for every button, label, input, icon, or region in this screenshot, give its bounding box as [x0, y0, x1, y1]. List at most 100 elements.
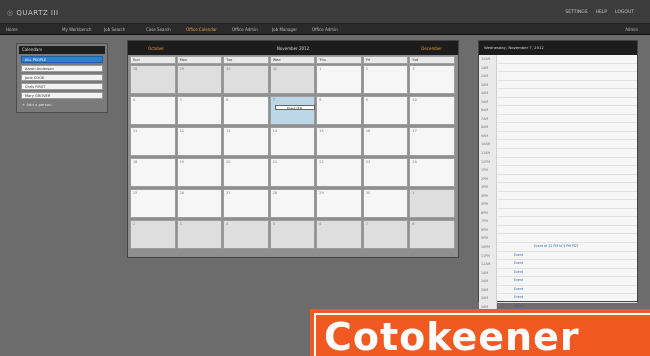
time-row[interactable]: 1AM — [479, 63, 637, 73]
day-event[interactable]: Event — [514, 304, 523, 308]
time-row[interactable]: 2AM Event — [479, 277, 637, 286]
nav-tab-job-search[interactable]: Job Search — [104, 27, 125, 32]
day-event[interactable]: Event — [514, 278, 523, 282]
calendar-day-cell[interactable]: 24 — [409, 158, 455, 187]
calendar-day-cell[interactable]: 15 — [316, 127, 362, 156]
calendar-day-cell[interactable]: 6 — [223, 96, 269, 125]
calendar-day-cell[interactable]: 1 — [316, 65, 362, 94]
nav-tab-office-admin[interactable]: Office Admin — [312, 27, 338, 32]
calendar-day-cell[interactable]: 23 — [362, 158, 409, 187]
sidebar-item-chris-first[interactable]: Chris FIRST — [21, 83, 103, 90]
top-link-logout[interactable]: LOGOUT — [615, 10, 634, 15]
calendar-day-cell[interactable]: 26 — [176, 189, 223, 218]
time-row[interactable]: 4AM — [479, 89, 637, 98]
nav-tab-home[interactable]: Home — [6, 27, 18, 32]
calendar-day-cell[interactable]: 11 — [130, 127, 176, 156]
calendar-day-cell[interactable]: 31 — [269, 65, 316, 94]
calendar-day-cell[interactable]: 19 — [176, 158, 223, 187]
sidebar-item-jane-cook[interactable]: Jane COOK — [21, 74, 103, 81]
calendar-day-cell[interactable]: 4 — [130, 96, 176, 125]
calendar-day-cell[interactable]: 29 — [176, 65, 223, 94]
day-event[interactable]: Event — [514, 270, 523, 274]
calendar-day-cell[interactable]: 29 — [316, 189, 362, 218]
app-logo[interactable]: ◎ QUARTZ III — [7, 9, 59, 17]
calendar-day-cell[interactable]: 30 — [362, 189, 409, 218]
time-row[interactable]: 12PM — [479, 157, 637, 167]
day-event[interactable]: Event — [514, 253, 523, 257]
time-row[interactable]: 11AM — [479, 149, 637, 158]
calendar-day-cell[interactable]: 2 — [130, 220, 176, 249]
nav-tab-my-workbench[interactable]: My Workbench — [62, 27, 92, 32]
time-row[interactable]: 2AM — [479, 72, 637, 81]
calendar-day-cell[interactable]: 6 — [316, 220, 362, 249]
time-row[interactable]: 9AM — [479, 131, 637, 141]
nav-tab-office-calendar[interactable]: Office Calendar — [186, 27, 217, 32]
calendar-day-cell[interactable]: 4 — [223, 220, 269, 249]
time-row[interactable]: 3AM Event — [479, 285, 637, 295]
event-chip[interactable]: Event title — [274, 105, 315, 110]
time-row[interactable]: 6PM — [479, 208, 637, 218]
time-row[interactable]: 7PM — [479, 217, 637, 226]
calendar-day-cell[interactable]: 21 — [269, 158, 316, 187]
time-row[interactable]: 7AM — [479, 114, 637, 124]
time-row[interactable]: 5PM — [479, 200, 637, 209]
time-row[interactable]: 8PM — [479, 225, 637, 235]
day-event[interactable]: Event — [514, 295, 523, 299]
top-link-settings[interactable]: SETTINGS — [565, 10, 587, 15]
top-link-help[interactable]: HELP — [596, 10, 607, 15]
nav-tab-case-search[interactable]: Case Search — [146, 27, 171, 32]
calendar-day-cell[interactable]: 13 — [223, 127, 269, 156]
time-row[interactable]: 12AM — [479, 55, 637, 64]
add-person-link[interactable]: + Add a person — [19, 102, 105, 107]
time-row[interactable]: 4PM — [479, 191, 637, 201]
calendar-day-cell[interactable]: 9 — [362, 96, 409, 125]
calendar-day-cell[interactable]: 5 — [176, 96, 223, 125]
calendar-day-cell[interactable]: 8 — [316, 96, 362, 125]
calendar-day-cell[interactable]: 7 — [362, 220, 409, 249]
calendar-day-cell[interactable]: 30 — [223, 65, 269, 94]
time-row[interactable]: 6AM — [479, 106, 637, 115]
time-row[interactable]: 5AM — [479, 97, 637, 107]
time-row[interactable]: 2PM — [479, 174, 637, 184]
day-event[interactable]: Event at 22 PM to 5 PM PDT — [534, 244, 578, 248]
calendar-day-cell[interactable]: 25 — [130, 189, 176, 218]
calendar-day-cell[interactable]: 3 — [409, 65, 455, 94]
calendar-day-cell[interactable]: 1 — [409, 189, 455, 218]
time-row[interactable]: 3PM — [479, 183, 637, 192]
calendar-day-cell[interactable]: 7 Event title — [269, 96, 316, 125]
sidebar-item-aaron-anderson[interactable]: Aaron Anderson — [21, 65, 103, 72]
admin-link[interactable]: Admin — [625, 27, 638, 32]
calendar-day-cell[interactable]: 20 — [223, 158, 269, 187]
calendar-day-cell[interactable]: 27 — [223, 189, 269, 218]
time-row[interactable]: 1AM Event — [479, 268, 637, 278]
next-month-button[interactable]: December — [421, 46, 442, 51]
time-row[interactable]: 10AM — [479, 140, 637, 150]
sidebar-item-all-people[interactable]: ALL PEOPLE — [21, 56, 103, 63]
calendar-day-cell[interactable]: 28 — [130, 65, 176, 94]
calendar-day-cell[interactable]: 14 — [269, 127, 316, 156]
calendar-day-cell[interactable]: 8 — [409, 220, 455, 249]
calendar-day-cell[interactable]: 3 — [176, 220, 223, 249]
nav-tab-office-admin[interactable]: Office Admin — [232, 27, 258, 32]
day-event[interactable]: Event — [514, 261, 523, 265]
calendar-day-cell[interactable]: 17 — [409, 127, 455, 156]
time-row[interactable]: 3AM — [479, 80, 637, 90]
time-row[interactable]: 9PM — [479, 234, 637, 244]
time-row[interactable]: 11PM Event — [479, 251, 637, 261]
calendar-day-cell[interactable]: 12 — [176, 127, 223, 156]
calendar-day-cell[interactable]: 28 — [269, 189, 316, 218]
time-row[interactable]: 8AM — [479, 123, 637, 132]
calendar-day-cell[interactable]: 16 — [362, 127, 409, 156]
time-row[interactable]: 4AM Event — [479, 294, 637, 303]
time-row[interactable]: 1PM — [479, 166, 637, 175]
day-event[interactable]: Event — [514, 287, 523, 291]
sidebar-item-mary-grover[interactable]: Mary GROVER — [21, 92, 103, 99]
calendar-day-cell[interactable]: 18 — [130, 158, 176, 187]
calendar-day-cell[interactable]: 2 — [362, 65, 409, 94]
nav-tab-job-manager[interactable]: Job Manager — [272, 27, 297, 32]
calendar-day-cell[interactable]: 10 — [409, 96, 455, 125]
time-row[interactable]: 10PM Event at 22 PM to 5 PM PDT — [479, 243, 637, 252]
time-row[interactable]: 12AM Event — [479, 260, 637, 269]
calendar-day-cell[interactable]: 5 — [269, 220, 316, 249]
calendar-day-cell[interactable]: 22 — [316, 158, 362, 187]
